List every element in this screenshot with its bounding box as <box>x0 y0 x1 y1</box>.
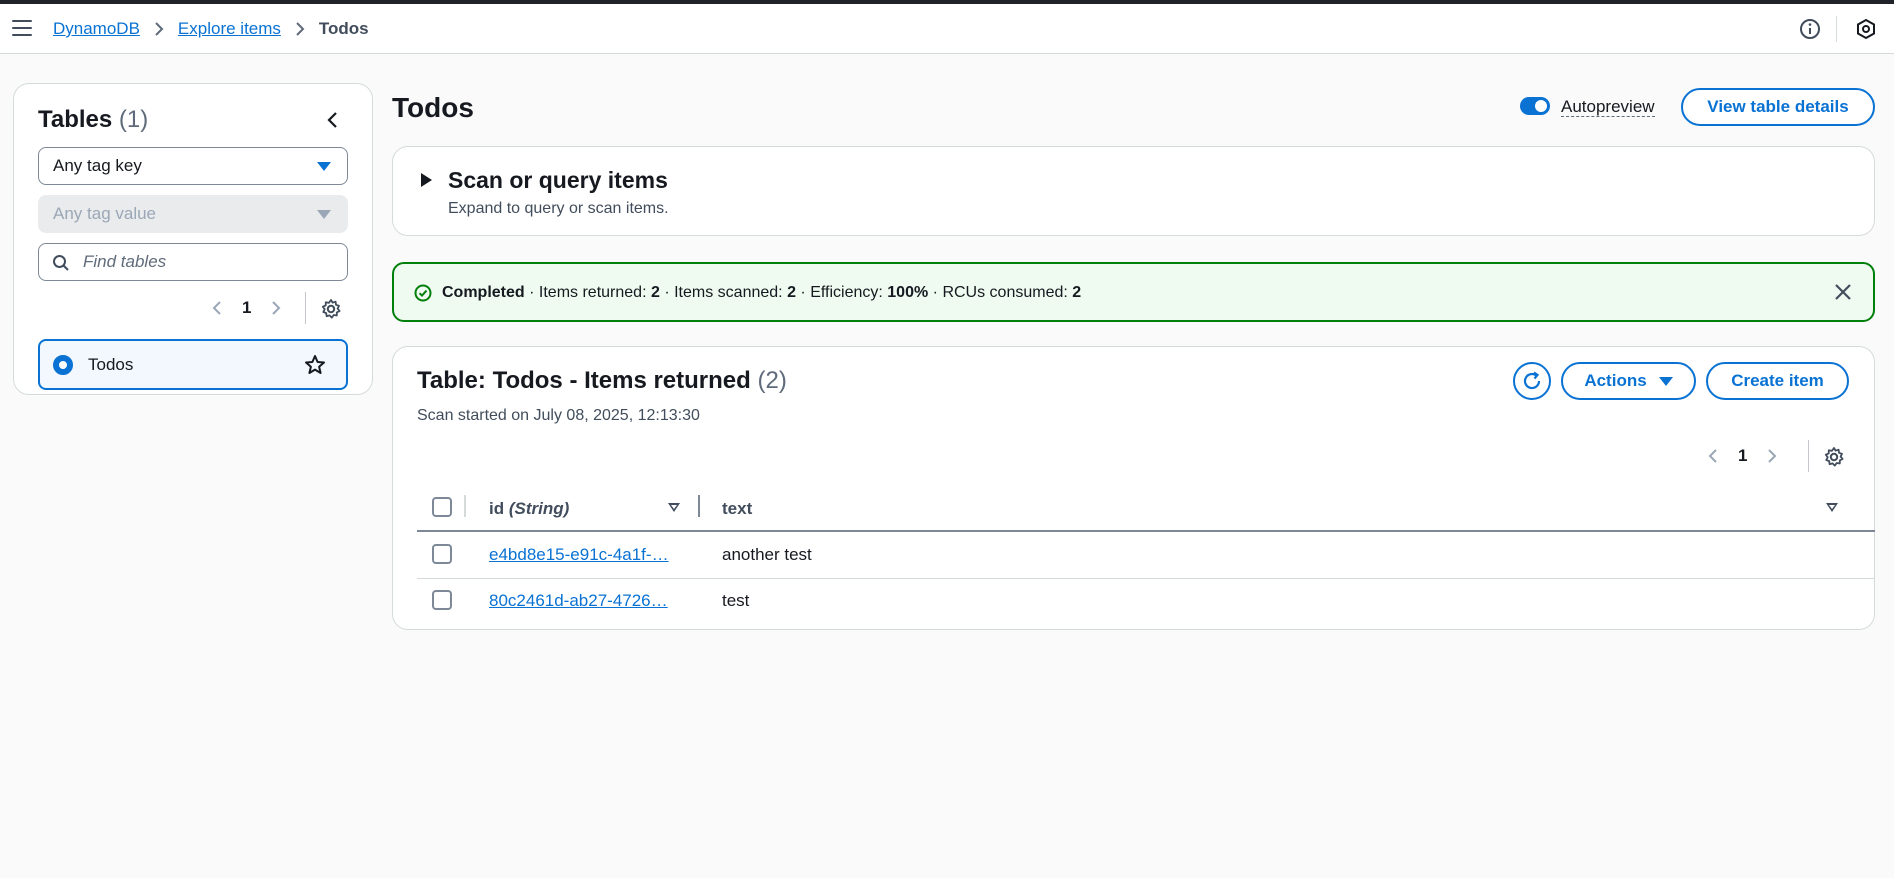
actions-button[interactable]: Actions <box>1561 362 1696 400</box>
gear-icon[interactable] <box>320 298 342 320</box>
pager-divider <box>1808 440 1809 472</box>
find-tables-input[interactable]: Find tables <box>38 243 348 281</box>
sidebar-pagination: 1 <box>207 298 286 318</box>
autopreview-label: Autopreview <box>1561 97 1655 117</box>
caret-down-icon <box>317 162 331 171</box>
scan-query-panel: Scan or query items Expand to query or s… <box>392 146 1875 236</box>
select-all-checkbox[interactable] <box>432 497 452 517</box>
header-divider <box>417 530 1875 532</box>
top-header: DynamoDB Explore items Todos <box>0 4 1894 54</box>
item-text: another test <box>722 545 812 564</box>
scan-query-description: Expand to query or scan items. <box>448 200 669 217</box>
alert-message: Completed · Items returned: 2 · Items sc… <box>442 284 1082 301</box>
sidebar-title: Tables (1) <box>38 106 149 133</box>
scan-query-header[interactable]: Scan or query items <box>448 167 668 194</box>
next-page-icon[interactable] <box>266 298 286 318</box>
autopreview-toggle[interactable] <box>1520 97 1550 115</box>
previous-page-icon[interactable] <box>1703 446 1723 466</box>
refresh-icon <box>1523 371 1541 390</box>
create-item-button[interactable]: Create item <box>1706 362 1849 400</box>
header-divider <box>1836 16 1837 42</box>
sort-icon[interactable] <box>668 503 680 512</box>
caret-down-icon <box>1658 376 1673 386</box>
column-header-id[interactable]: id (String) <box>489 499 569 519</box>
view-table-details-button[interactable]: View table details <box>1681 88 1875 126</box>
caret-down-icon <box>317 210 331 219</box>
breadcrumb: DynamoDB Explore items Todos <box>53 19 369 39</box>
pager-divider <box>305 292 306 324</box>
search-icon <box>53 255 69 271</box>
gear-icon[interactable] <box>1823 446 1845 468</box>
chevron-right-icon <box>295 21 305 37</box>
refresh-button[interactable] <box>1513 362 1551 400</box>
radio-selected-icon[interactable] <box>53 355 73 375</box>
results-pagination: 1 <box>1703 446 1782 466</box>
chevron-right-icon <box>154 21 164 37</box>
close-icon[interactable] <box>1833 282 1853 302</box>
items-table-panel: Table: Todos - Items returned (2) Scan s… <box>392 346 1875 630</box>
caret-right-icon[interactable] <box>421 173 432 187</box>
breadcrumb-current: Todos <box>318 19 369 38</box>
star-icon[interactable] <box>304 354 326 376</box>
tables-sidebar: Tables (1) Any tag key Any tag value Fin… <box>13 83 373 395</box>
check-circle-icon <box>414 284 432 302</box>
row-checkbox[interactable] <box>432 590 452 610</box>
item-id-link[interactable]: e4bd8e15-e91c-4a1f-… <box>489 545 669 565</box>
row-checkbox[interactable] <box>432 544 452 564</box>
column-divider <box>464 495 466 517</box>
tag-key-select[interactable]: Any tag key <box>38 147 348 185</box>
page-title: Todos <box>392 92 474 123</box>
results-page-number[interactable]: 1 <box>1738 446 1747 466</box>
scan-timestamp: Scan started on July 08, 2025, 12:13:30 <box>417 407 700 424</box>
column-resizer[interactable] <box>698 495 700 517</box>
chevron-left-icon[interactable] <box>322 109 344 131</box>
items-table-title: Table: Todos - Items returned (2) <box>417 367 787 394</box>
next-page-icon[interactable] <box>1762 446 1782 466</box>
row-divider <box>417 578 1875 579</box>
sidebar-page-number[interactable]: 1 <box>242 298 251 318</box>
breadcrumb-explore-items[interactable]: Explore items <box>178 19 281 39</box>
tag-value-select: Any tag value <box>38 195 348 233</box>
sidebar-item-todos[interactable]: Todos <box>38 339 348 390</box>
info-icon[interactable] <box>1799 18 1821 40</box>
settings-hex-icon[interactable] <box>1855 18 1877 40</box>
completed-alert: Completed · Items returned: 2 · Items sc… <box>392 262 1875 322</box>
menu-icon[interactable] <box>12 20 32 38</box>
sort-icon[interactable] <box>1826 503 1838 512</box>
breadcrumb-dynamodb[interactable]: DynamoDB <box>53 19 140 39</box>
previous-page-icon[interactable] <box>207 298 227 318</box>
item-id-link[interactable]: 80c2461d-ab27-4726… <box>489 591 668 611</box>
column-header-text[interactable]: text <box>722 499 752 519</box>
sidebar-item-label: Todos <box>88 355 134 374</box>
item-text: test <box>722 591 750 610</box>
